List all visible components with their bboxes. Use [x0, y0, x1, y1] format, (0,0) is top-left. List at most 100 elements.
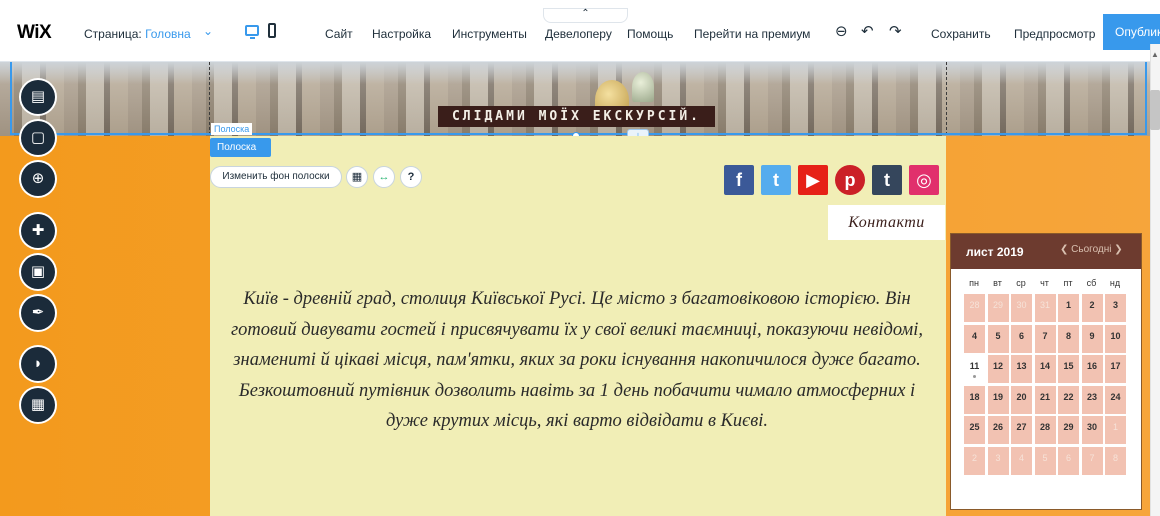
- calendar-day[interactable]: 24: [1105, 385, 1126, 414]
- calendar-widget[interactable]: лист 2019 ❮ Сьогодні ❯ пн вт ср чт пт сб нд 28…: [951, 234, 1141, 509]
- calendar-day[interactable]: 28: [1034, 416, 1056, 444]
- intro-paragraph[interactable]: Київ - древній град, столиця Київської Р…: [222, 284, 932, 437]
- calendar-day[interactable]: 1: [1105, 416, 1126, 444]
- calendar-day[interactable]: 5: [987, 324, 1009, 353]
- editor-topbar: WiX Страница: Головна ⌄ Сайт Настройка И…: [0, 0, 1160, 62]
- calendar-day[interactable]: 21: [1034, 385, 1056, 414]
- calendar-day[interactable]: 7: [1034, 324, 1056, 353]
- calendar-day[interactable]: 10: [1105, 324, 1126, 353]
- calendar-day[interactable]: 2: [1081, 294, 1103, 322]
- calendar-month: лист 2019: [966, 245, 1024, 259]
- calendar-day[interactable]: 6: [1011, 324, 1032, 353]
- calendar-day[interactable]: 19: [987, 385, 1009, 414]
- calendar-day[interactable]: 2: [964, 446, 985, 475]
- scroll-up-icon[interactable]: ▲: [1151, 50, 1159, 59]
- redo-icon[interactable]: ↷: [889, 22, 902, 40]
- apps-icon[interactable]: ✚: [21, 214, 55, 248]
- pages-icon[interactable]: ▤: [21, 80, 55, 114]
- calendar-day[interactable]: 14: [1034, 355, 1056, 383]
- calendar-day[interactable]: 12: [987, 355, 1009, 383]
- calendar-weekday: пт: [1063, 278, 1073, 288]
- help-icon[interactable]: ?: [400, 166, 422, 188]
- calendar-weekday: нд: [1109, 278, 1121, 288]
- calendar-day[interactable]: 16: [1081, 355, 1103, 383]
- editor-canvas: СЛІДАМИ МОЇХ ЕКСКУРСІЙ. Полоска ⤓ Полоск…: [0, 62, 1150, 516]
- calendar-weekday: ср: [1016, 278, 1026, 288]
- calendar-day[interactable]: 9: [1081, 324, 1103, 353]
- calendar-day[interactable]: 3: [987, 446, 1009, 475]
- menu-developer[interactable]: Девелоперу: [545, 27, 612, 41]
- calendar-day[interactable]: 3: [1105, 294, 1126, 322]
- calendar-day[interactable]: 15: [1058, 355, 1079, 383]
- strip-tag: Полоска: [211, 123, 253, 135]
- facebook-icon[interactable]: f: [724, 165, 754, 195]
- preview-button[interactable]: Предпросмотр: [1014, 27, 1095, 41]
- undo-icon[interactable]: ↶: [861, 22, 874, 40]
- calendar-day[interactable]: 11: [964, 355, 985, 383]
- calendar-day[interactable]: 30: [1081, 416, 1103, 444]
- menu-upgrade[interactable]: Перейти на премиум: [694, 27, 810, 41]
- calendar-today-link[interactable]: Сьогодні: [1071, 244, 1111, 255]
- calendar-day[interactable]: 5: [1034, 446, 1056, 475]
- calendar-day[interactable]: 17: [1105, 355, 1126, 383]
- desktop-view-icon[interactable]: [245, 25, 259, 39]
- menu-site[interactable]: Сайт: [325, 27, 353, 41]
- calendar-weekday: сб: [1086, 278, 1097, 288]
- calendar-day[interactable]: 8: [1105, 446, 1126, 475]
- media-icon[interactable]: ▣: [21, 255, 55, 289]
- calendar-day[interactable]: 22: [1058, 385, 1079, 414]
- calendar-icon[interactable]: ▦: [21, 388, 55, 422]
- calendar-day[interactable]: 4: [1011, 446, 1032, 475]
- hide-toolbar-handle[interactable]: ⌃: [543, 8, 628, 23]
- calendar-weekday: чт: [1040, 278, 1049, 288]
- calendar-day[interactable]: 29: [1058, 416, 1079, 444]
- calendar-day[interactable]: 1: [1058, 294, 1079, 322]
- calendar-weekday: вт: [993, 278, 1002, 288]
- zoom-icon[interactable]: ⊖: [835, 22, 848, 40]
- chat-icon[interactable]: ◗: [21, 347, 55, 381]
- calendar-day[interactable]: 23: [1081, 385, 1103, 414]
- pinterest-icon[interactable]: p: [835, 165, 865, 195]
- strip-button[interactable]: Полоска: [210, 138, 271, 157]
- strip-selection-frame[interactable]: [10, 62, 1147, 135]
- change-strip-background-button[interactable]: Изменить фон полоски: [210, 166, 342, 188]
- menu-help[interactable]: Помощь: [627, 27, 673, 41]
- calendar-day[interactable]: 27: [1011, 416, 1032, 444]
- mobile-view-icon[interactable]: [268, 23, 276, 38]
- calendar-header: лист 2019 ❮ Сьогодні ❯: [951, 234, 1141, 269]
- background-icon[interactable]: ▢: [21, 121, 55, 155]
- add-icon[interactable]: ⊕: [21, 162, 55, 196]
- instagram-icon[interactable]: ◎: [909, 165, 939, 195]
- contacts-button[interactable]: Контакти: [828, 205, 945, 240]
- calendar-day[interactable]: 13: [1011, 355, 1032, 383]
- calendar-day[interactable]: 31: [1034, 294, 1056, 322]
- layout-icon[interactable]: ▦: [346, 166, 368, 188]
- calendar-day[interactable]: 29: [987, 294, 1009, 322]
- calendar-weekday: пн: [969, 278, 979, 288]
- calendar-day[interactable]: 30: [1011, 294, 1032, 322]
- calendar-day[interactable]: 6: [1058, 446, 1079, 475]
- calendar-nav[interactable]: ❮ Сьогодні ❯: [1060, 244, 1123, 255]
- twitter-icon[interactable]: t: [761, 165, 791, 195]
- calendar-day[interactable]: 28: [964, 294, 985, 322]
- menu-tools[interactable]: Инструменты: [452, 27, 527, 41]
- page-selector[interactable]: Страница: Головна: [84, 27, 191, 41]
- youtube-icon[interactable]: ▶: [798, 165, 828, 195]
- tumblr-icon[interactable]: t: [872, 165, 902, 195]
- page-selector-label: Страница:: [84, 27, 142, 41]
- page-selector-value: Головна: [145, 27, 191, 41]
- calendar-day[interactable]: 18: [964, 385, 985, 414]
- chevron-down-icon[interactable]: ⌄: [203, 24, 213, 38]
- scrollbar-thumb[interactable]: [1150, 90, 1160, 130]
- calendar-day[interactable]: 20: [1011, 385, 1032, 414]
- calendar-day[interactable]: 25: [964, 416, 985, 444]
- save-button[interactable]: Сохранить: [931, 27, 991, 41]
- stretch-arrows-icon[interactable]: ↔: [373, 166, 395, 188]
- pen-icon[interactable]: ✒: [21, 296, 55, 330]
- menu-settings[interactable]: Настройка: [372, 27, 431, 41]
- calendar-day[interactable]: 8: [1058, 324, 1079, 353]
- calendar-day[interactable]: 4: [964, 324, 985, 353]
- wix-logo[interactable]: WiX: [17, 22, 52, 44]
- calendar-day[interactable]: 26: [987, 416, 1009, 444]
- calendar-day[interactable]: 7: [1081, 446, 1103, 475]
